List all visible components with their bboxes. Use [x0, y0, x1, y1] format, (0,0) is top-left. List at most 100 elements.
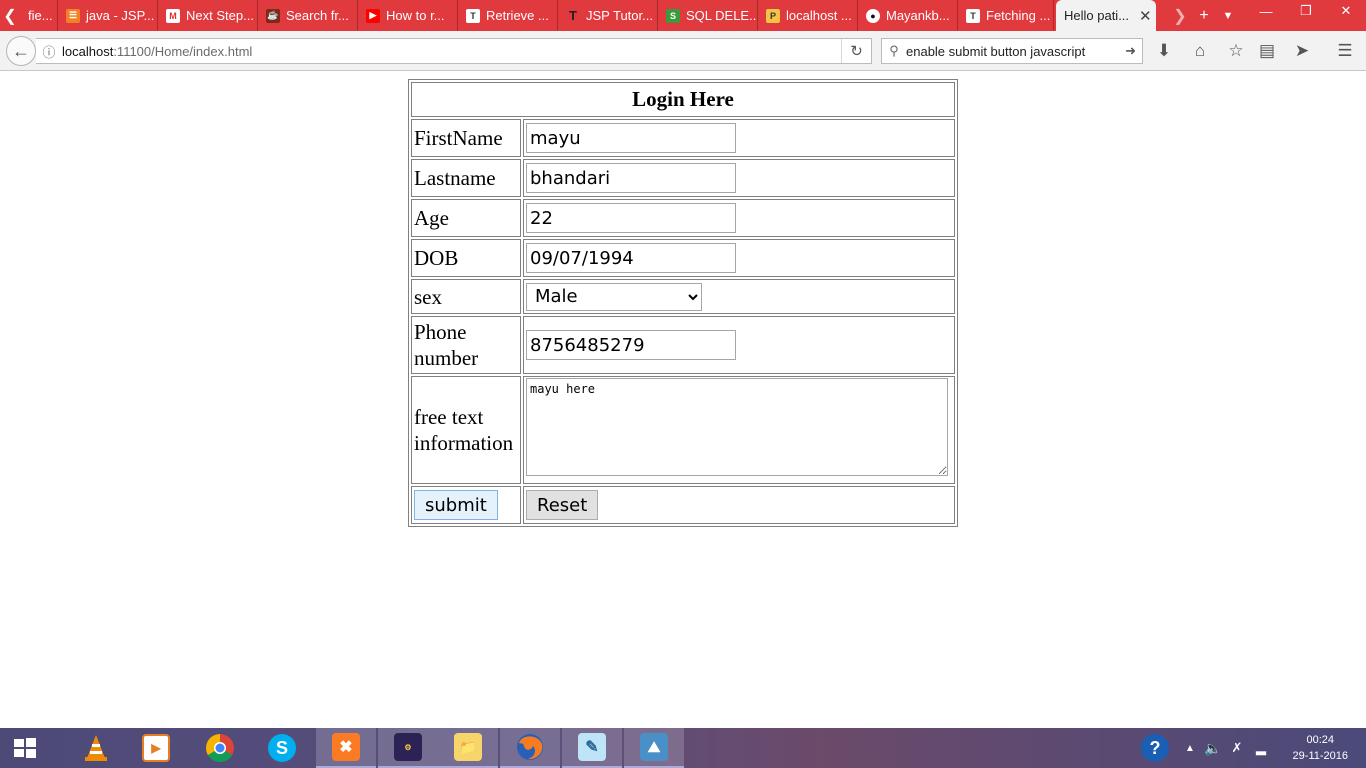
notepad-pencil-icon: ✎: [578, 733, 606, 761]
phone-cell: [523, 316, 955, 374]
minimize-icon[interactable]: —: [1246, 0, 1286, 22]
tab-9[interactable]: P localhost ...: [758, 0, 858, 31]
chrome-icon[interactable]: [190, 728, 250, 768]
tab-label: How to r...: [386, 8, 445, 23]
photos-icon[interactable]: ⛰: [624, 728, 684, 768]
tab-label: fie...: [28, 8, 53, 23]
login-form-table: Login Here FirstName Lastname Age DOB: [408, 79, 958, 527]
tab-active[interactable]: Hello pati... ✕: [1056, 0, 1156, 31]
pocket-send-icon[interactable]: ➤: [1290, 39, 1314, 63]
tab-label: Search fr...: [286, 8, 349, 23]
tab-label: Fetching ...: [986, 8, 1051, 23]
tab-scroll-right-icon[interactable]: ❯: [1168, 0, 1192, 31]
tab-3[interactable]: M Next Step...: [158, 0, 258, 31]
picture-icon: ⛰: [640, 733, 668, 761]
skype-icon[interactable]: S: [252, 728, 312, 768]
search-bar[interactable]: ⚲ enable submit button javascript ➜: [881, 38, 1143, 64]
new-tab-icon[interactable]: +: [1192, 0, 1216, 31]
file-explorer-icon[interactable]: 📁: [438, 728, 498, 768]
tab-4[interactable]: ☕ Search fr...: [258, 0, 358, 31]
tab-7[interactable]: T JSP Tutor...: [558, 0, 658, 31]
chrome-logo-icon: [206, 734, 234, 762]
youtube-icon: ▶: [366, 8, 380, 23]
tab-6[interactable]: T Retrieve ...: [458, 0, 558, 31]
skype-logo-icon: S: [268, 734, 296, 762]
url-bar[interactable]: ⓘ localhost:11100/Home/index.html ↻: [36, 38, 872, 64]
firstname-cell: [523, 119, 955, 157]
bookmark-star-icon[interactable]: ☆: [1224, 39, 1248, 63]
tab-1[interactable]: fie...: [20, 0, 58, 31]
lastname-label: Lastname: [411, 159, 521, 197]
back-arrow-icon[interactable]: ←: [6, 36, 36, 66]
tab-5[interactable]: ▶ How to r...: [358, 0, 458, 31]
gmail-icon: M: [166, 8, 180, 23]
tab-10[interactable]: ● Mayankb...: [858, 0, 958, 31]
phpmyadmin-icon: P: [766, 8, 780, 23]
search-go-arrow-icon[interactable]: ➜: [1125, 43, 1136, 59]
reading-list-icon[interactable]: ▤: [1255, 39, 1279, 63]
clock-time: 00:24: [1306, 734, 1335, 746]
submit-button[interactable]: submit: [414, 490, 498, 520]
media-player-icon[interactable]: ▶: [126, 728, 186, 768]
info-icon[interactable]: ⓘ: [36, 42, 62, 61]
xampp-logo-icon: ✖: [332, 733, 360, 761]
start-icon[interactable]: [0, 728, 50, 768]
sex-cell: Male: [523, 279, 955, 314]
tab-label: SQL DELE...: [686, 8, 758, 23]
vlc-icon[interactable]: [66, 728, 126, 768]
volume-icon[interactable]: 🔈: [1202, 728, 1224, 768]
dob-field[interactable]: [526, 243, 736, 273]
submit-cell: submit: [411, 486, 521, 524]
tab-11[interactable]: T Fetching ...: [958, 0, 1054, 31]
help-icon[interactable]: ?: [1140, 728, 1170, 768]
windows-logo-icon: [14, 738, 36, 758]
restore-icon[interactable]: ❐: [1286, 0, 1326, 22]
xampp-icon[interactable]: ✖: [316, 728, 376, 768]
close-window-icon[interactable]: ✕: [1326, 0, 1366, 22]
network-icon[interactable]: ✗: [1226, 728, 1248, 768]
sex-select[interactable]: Male: [526, 282, 702, 311]
reload-icon[interactable]: ↻: [841, 39, 871, 63]
t-icon: T: [569, 8, 577, 23]
firefox-icon[interactable]: [500, 728, 560, 768]
downloads-icon[interactable]: ⬇: [1152, 39, 1176, 63]
info-textarea[interactable]: mayu here: [526, 378, 948, 476]
tutorial-icon: T: [966, 8, 980, 23]
tab-8[interactable]: S SQL DELE...: [658, 0, 758, 31]
signal-icon[interactable]: ▂: [1250, 728, 1272, 768]
clock-date: 29-11-2016: [1292, 750, 1348, 762]
phone-field[interactable]: [526, 330, 736, 360]
reset-button[interactable]: Reset: [526, 490, 599, 520]
dob-label: DOB: [411, 239, 521, 277]
tray-chevron-icon[interactable]: ▲: [1180, 728, 1200, 768]
eclipse-gear-icon: ⚙: [394, 733, 422, 761]
age-field[interactable]: [526, 203, 736, 233]
tab-label: Retrieve ...: [486, 8, 549, 23]
list-all-tabs-icon[interactable]: ▼: [1216, 0, 1240, 31]
notepad-icon[interactable]: ✎: [562, 728, 622, 768]
close-tab-icon[interactable]: ✕: [1139, 7, 1152, 25]
search-input[interactable]: enable submit button javascript: [906, 44, 1085, 59]
tutorial-icon: T: [466, 8, 480, 23]
home-icon[interactable]: ⌂: [1188, 39, 1212, 63]
firefox-logo-icon: [517, 734, 543, 760]
tab-scroll-left-icon[interactable]: ❮: [0, 0, 20, 31]
reset-cell: Reset: [523, 486, 955, 524]
java-ee-ide-icon[interactable]: ⚙: [378, 728, 438, 768]
dob-cell: [523, 239, 955, 277]
tab-list: fie... ☰ java - JSP... M Next Step... ☕ …: [20, 0, 1156, 31]
system-clock[interactable]: 00:24 29-11-2016: [1293, 732, 1348, 764]
lastname-field[interactable]: [526, 163, 736, 193]
firstname-label: FirstName: [411, 119, 521, 157]
search-icon: ⚲: [889, 43, 899, 58]
tab-strip: ❮ fie... ☰ java - JSP... M Next Step... …: [0, 0, 1366, 31]
url-path: :11100/Home/index.html: [113, 43, 253, 59]
form-title: Login Here: [411, 82, 955, 117]
tab-label: JSP Tutor...: [586, 8, 653, 23]
age-cell: [523, 199, 955, 237]
page-content: Login Here FirstName Lastname Age DOB: [0, 72, 1366, 728]
firstname-field[interactable]: [526, 123, 736, 153]
stackoverflow-icon: ☰: [66, 8, 80, 23]
tab-2[interactable]: ☰ java - JSP...: [58, 0, 158, 31]
menu-hamburger-icon[interactable]: ☰: [1333, 39, 1357, 63]
